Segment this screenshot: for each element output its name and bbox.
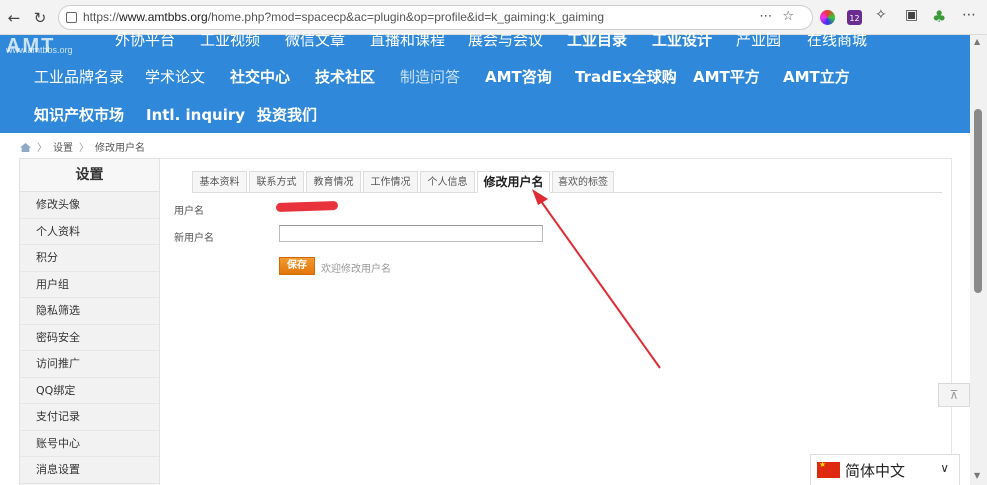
more-icon[interactable]: ⋯ — [759, 9, 782, 24]
nav-item-academic-papers[interactable]: 学术论文 — [145, 67, 205, 87]
sidebar-item-promotion[interactable]: 访问推广 — [20, 351, 159, 378]
tab-basic-info[interactable]: 基本资料 — [192, 171, 247, 193]
nav-item-intl-inquiry[interactable]: Intl. inquiry — [146, 105, 245, 125]
save-hint: 欢迎修改用户名 — [321, 264, 391, 275]
sidebar-item-account-center[interactable]: 账号中心 — [20, 431, 159, 457]
tab-contact[interactable]: 联系方式 — [249, 171, 304, 193]
favorite-star-icon[interactable]: ☆ — [782, 9, 804, 24]
crumb-separator: 〉 — [37, 143, 47, 154]
nav-item-industrial-directory[interactable]: 工业目录 — [567, 30, 627, 50]
reload-icon[interactable]: ↻ — [30, 8, 50, 28]
nav-item-wechat-articles[interactable]: 微信文章 — [285, 30, 345, 50]
nav-item-manufacturing-qa[interactable]: 制造问答 — [400, 67, 460, 87]
nav-item-exhibitions[interactable]: 展会与会议 — [468, 30, 543, 50]
sidebar-item-usergroup[interactable]: 用户组 — [20, 272, 159, 298]
annotation-arrow — [532, 189, 661, 369]
nav-item-industrial-video[interactable]: 工业视频 — [200, 30, 260, 50]
breadcrumb: 〉设置〉修改用户名 — [20, 139, 145, 154]
chevron-down-icon: ∨ — [940, 461, 949, 475]
extension-color-icon[interactable] — [820, 10, 835, 25]
crumb-separator: 〉 — [79, 143, 89, 154]
back-icon[interactable]: ← — [4, 8, 24, 28]
nav-item-social-center[interactable]: 社交中心 — [230, 67, 290, 87]
page-scrollbar[interactable]: ▲ ▼ — [970, 35, 987, 485]
language-selector[interactable]: 简体中文 ∨ — [810, 454, 960, 485]
extension-badge-icon[interactable]: 12 — [847, 10, 862, 25]
nav-item-tech-community[interactable]: 技术社区 — [315, 67, 375, 87]
sidebar-item-notification-settings[interactable]: 消息设置 — [20, 457, 159, 484]
new-username-input[interactable] — [279, 225, 543, 242]
tab-education[interactable]: 教育情况 — [306, 171, 361, 193]
sidebar-item-password-security[interactable]: 密码安全 — [20, 325, 159, 351]
tab-personal-info[interactable]: 个人信息 — [420, 171, 475, 193]
sidebar-title: 设置 — [20, 159, 159, 192]
lock-icon — [66, 12, 77, 23]
back-to-top-icon: ⊼ — [949, 388, 959, 402]
clover-profile-icon[interactable]: ♣ — [932, 7, 946, 26]
breadcrumb-settings[interactable]: 设置 — [53, 143, 73, 154]
scroll-thumb[interactable] — [974, 109, 982, 293]
language-label: 简体中文 — [845, 462, 906, 480]
sidebar-item-privacy[interactable]: 隐私筛选 — [20, 298, 159, 325]
back-to-top-button[interactable]: ⊼ — [938, 383, 970, 407]
sidebar-item-payment-records[interactable]: 支付记录 — [20, 404, 159, 431]
extensions-puzzle-icon[interactable]: ✧ — [875, 7, 887, 23]
breadcrumb-current: 修改用户名 — [95, 143, 145, 154]
nav-item-industrial-park[interactable]: 产业园 — [736, 30, 781, 50]
nav-item-industrial-design[interactable]: 工业设计 — [652, 30, 712, 50]
settings-sidebar: 设置 修改头像 个人资料 积分 用户组 隐私筛选 密码安全 访问推广 QQ绑定 … — [19, 158, 160, 485]
new-username-label: 新用户名 — [174, 233, 214, 244]
browser-menu-icon[interactable]: ⋯ — [962, 7, 976, 23]
home-icon[interactable] — [20, 143, 31, 152]
sidebar-item-credits[interactable]: 积分 — [20, 245, 159, 272]
scroll-down-icon[interactable]: ▼ — [974, 471, 980, 480]
scroll-up-icon[interactable]: ▲ — [974, 37, 980, 46]
china-flag-icon — [817, 460, 840, 478]
sidebar-item-avatar[interactable]: 修改头像 — [20, 192, 159, 219]
nav-item-live-courses[interactable]: 直播和课程 — [370, 30, 445, 50]
nav-item-invest-us[interactable]: 投资我们 — [257, 105, 317, 125]
sidebar-item-qq-binding[interactable]: QQ绑定 — [20, 378, 159, 404]
address-bar-actions: ⋯☆ — [759, 9, 804, 24]
username-label: 用户名 — [174, 206, 204, 217]
tab-work[interactable]: 工作情况 — [363, 171, 418, 193]
sidebar-item-profile[interactable]: 个人资料 — [20, 219, 159, 245]
site-header: AMT www.amtbbs.org 外协平台 工业视频 微信文章 直播和课程 … — [0, 31, 970, 133]
nav-item-amt-square[interactable]: AMT平方 — [693, 67, 760, 87]
nav-item-amt-cube[interactable]: AMT立方 — [783, 67, 850, 87]
nav-item-ip-market[interactable]: 知识产权市场 — [34, 105, 124, 125]
site-logo[interactable]: AMT www.amtbbs.org — [6, 35, 73, 58]
address-bar[interactable]: https://www.amtbbs.org/home.php?mod=spac… — [58, 5, 813, 30]
save-button[interactable]: 保存 — [279, 257, 315, 275]
url-text[interactable]: https://www.amtbbs.org/home.php?mod=spac… — [83, 10, 604, 24]
split-screen-icon[interactable]: ▣ — [905, 7, 918, 23]
nav-item-outsourcing[interactable]: 外协平台 — [115, 30, 175, 50]
nav-item-tradex[interactable]: TradEx全球购 — [575, 67, 677, 87]
nav-item-brand-directory[interactable]: 工业品牌名录 — [34, 67, 124, 87]
nav-item-online-mall[interactable]: 在线商城 — [807, 30, 867, 50]
nav-item-amt-consulting[interactable]: AMT咨询 — [485, 67, 552, 87]
